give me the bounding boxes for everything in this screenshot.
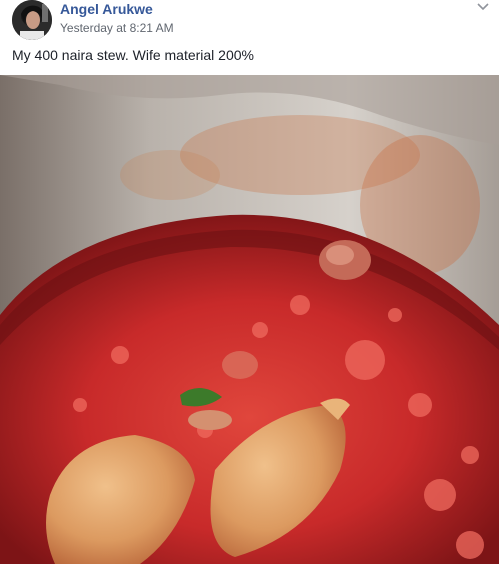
post-header: Angel Arukwe Yesterday at 8:21 AM <box>0 0 499 44</box>
author-name[interactable]: Angel Arukwe <box>60 1 153 17</box>
post-text: My 400 naira stew. Wife material 200% <box>12 47 254 63</box>
avatar[interactable] <box>12 0 52 40</box>
post-photo[interactable] <box>0 75 499 564</box>
stew-pot-image <box>0 75 499 564</box>
post-timestamp[interactable]: Yesterday at 8:21 AM <box>60 21 174 35</box>
chevron-down-icon[interactable] <box>475 0 491 14</box>
avatar-image <box>12 0 52 40</box>
